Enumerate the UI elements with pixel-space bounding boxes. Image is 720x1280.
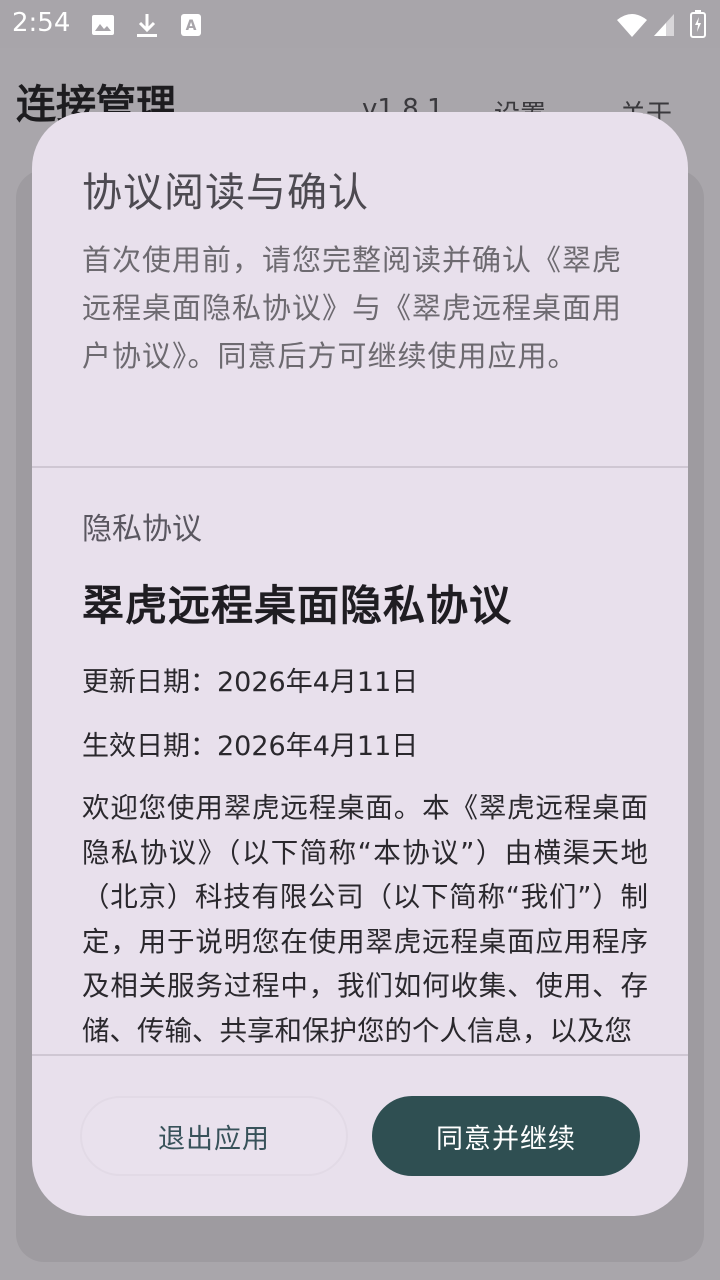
exit-app-button[interactable]: 退出应用 [80, 1096, 348, 1176]
document-body: 欢迎您使用翠虎远程桌面。本《翠虎远程桌面隐私协议》（以下简称“本协议”）由横渠天… [82, 792, 648, 1047]
wifi-icon [617, 14, 647, 37]
download-icon [137, 14, 157, 37]
status-bar: 2:54 A [0, 0, 720, 48]
updated-date: 更新日期：2026年4月11日 [82, 667, 419, 698]
text-icon: A [181, 14, 201, 36]
svg-text:A: A [186, 18, 197, 34]
dialog-intro-text: 首次使用前，请您完整阅读并确认《翠虎远程桌面隐私协议》与《翠虎远程桌面用户协议》… [82, 243, 623, 373]
dialog-title: 协议阅读与确认 [82, 170, 369, 216]
divider-bottom [32, 1054, 688, 1056]
section-label: 隐私协议 [82, 512, 202, 547]
battery-charging-icon [690, 10, 706, 38]
image-icon [92, 15, 114, 35]
agreement-scroll-area[interactable]: 隐私协议 翠虎远程桌面隐私协议 更新日期：2026年4月11日 生效日期：202… [32, 468, 688, 1054]
agreement-dialog: 协议阅读与确认 首次使用前，请您完整阅读并确认《翠虎远程桌面隐私协议》与《翠虎远… [32, 112, 688, 1216]
agree-continue-button[interactable]: 同意并继续 [372, 1096, 640, 1176]
status-time: 2:54 [12, 8, 71, 38]
effective-date: 生效日期：2026年4月11日 [82, 731, 419, 762]
document-title: 翠虎远程桌面隐私协议 [82, 581, 513, 630]
signal-icon [654, 14, 674, 36]
